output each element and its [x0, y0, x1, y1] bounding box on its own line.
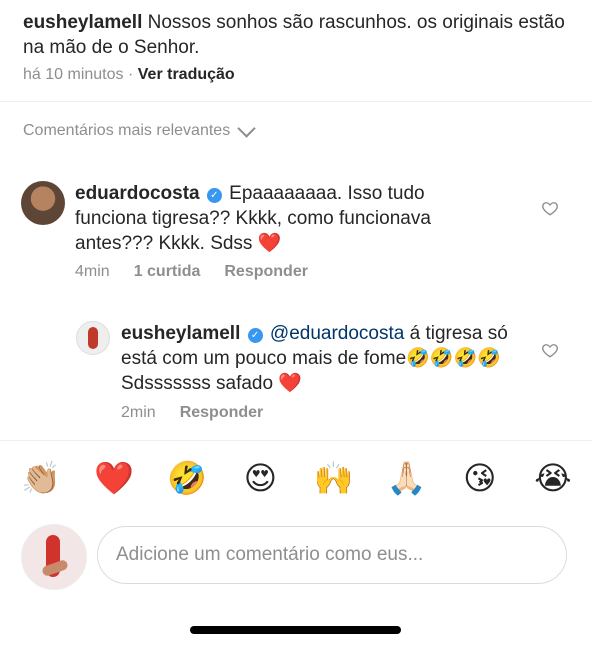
current-user-avatar: [21, 524, 87, 590]
heart-outline-icon[interactable]: [541, 199, 559, 217]
avatar[interactable]: [76, 321, 110, 355]
comment-actions: 4min 1 curtida Responder: [75, 263, 308, 281]
comment-username[interactable]: eusheylamell: [121, 323, 240, 344]
crying-emoji-button[interactable]: 😭: [533, 458, 573, 498]
mention-link[interactable]: @eduardocosta: [270, 323, 404, 344]
verified-badge-icon: ✓: [247, 328, 263, 343]
comment-input[interactable]: [98, 527, 566, 583]
red-heart-emoji-button[interactable]: ❤️: [94, 458, 134, 498]
comment-body: eduardocosta ✓ Epaaaaaaaa. Isso tudo fun…: [75, 181, 495, 256]
translate-link[interactable]: Ver tradução: [138, 66, 235, 83]
meta-separator: ·: [127, 66, 134, 83]
home-indicator: [190, 626, 401, 634]
heart-emoji: ❤️: [257, 233, 282, 254]
heart-eyes-emoji-button[interactable]: 😍: [240, 458, 280, 498]
comment-username[interactable]: eduardocosta: [75, 183, 200, 204]
divider: [0, 440, 592, 441]
verified-badge-icon: ✓: [206, 188, 222, 203]
raising-hands-emoji-button[interactable]: 🙌: [314, 458, 354, 498]
chevron-down-icon: [237, 118, 256, 138]
folded-hands-emoji-button[interactable]: 🙏🏻: [387, 458, 427, 498]
comment-filter-dropdown[interactable]: Comentários mais relevantes: [23, 118, 256, 140]
likes-count[interactable]: 1 curtida: [134, 263, 201, 281]
reply-button[interactable]: Responder: [224, 263, 308, 281]
comment-body: eusheylamell ✓ @eduardocosta á tigresa s…: [121, 321, 541, 396]
comment-time: 4min: [75, 263, 110, 280]
reply-button[interactable]: Responder: [180, 404, 264, 422]
comment-actions: 2min Responder: [121, 404, 263, 422]
comment-filter-label: Comentários mais relevantes: [23, 122, 231, 139]
kissing-heart-emoji-button[interactable]: 😘: [460, 458, 500, 498]
divider: [0, 101, 592, 102]
caption-username[interactable]: eusheylamell: [23, 12, 142, 33]
comment-input-wrapper: [97, 526, 567, 584]
caption-time: há 10 minutos: [23, 66, 124, 83]
heart-emoji: ❤️: [278, 373, 303, 394]
heart-outline-icon[interactable]: [541, 341, 559, 359]
caption-meta: há 10 minutos · Ver tradução: [23, 66, 235, 84]
post-caption: eusheylamell Nossos sonhos são rascunhos…: [23, 10, 573, 60]
avatar[interactable]: [21, 181, 65, 225]
quick-reactions-bar: 👏🏼 ❤️ 🤣 😍 🙌 🙏🏻 😘 😭: [0, 458, 592, 498]
rofl-emoji-button[interactable]: 🤣: [167, 458, 207, 498]
comment-time: 2min: [121, 404, 156, 421]
comment-composer: [21, 524, 571, 590]
clapping-hands-emoji-button[interactable]: 👏🏼: [21, 458, 61, 498]
